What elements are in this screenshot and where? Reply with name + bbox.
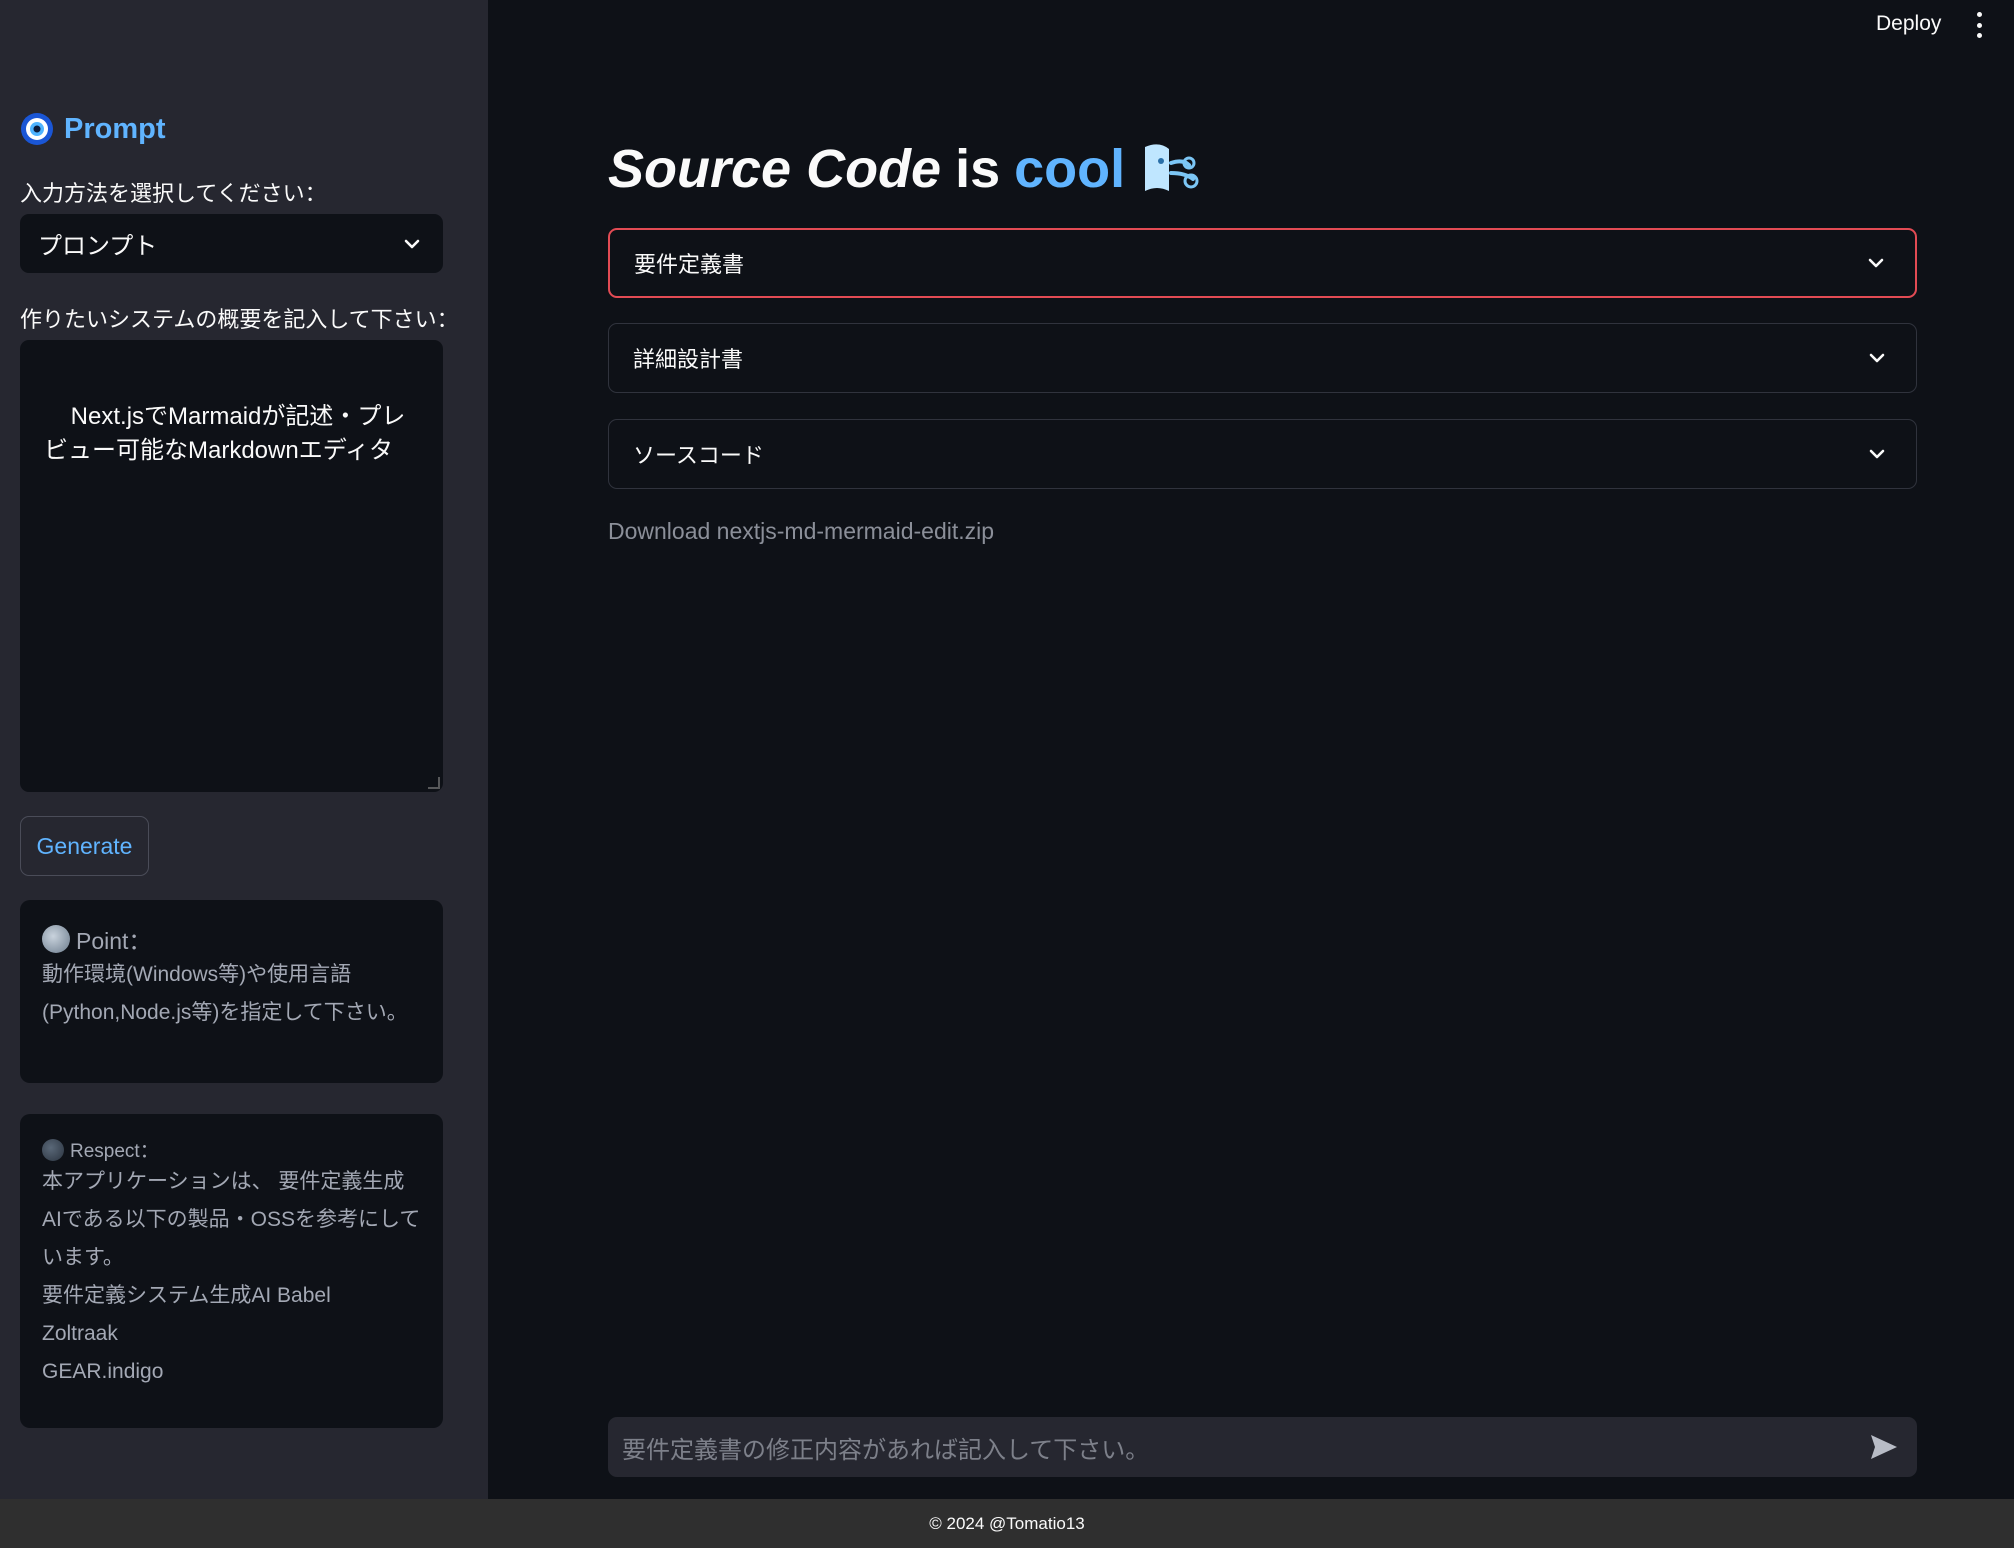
sidebar-title: Prompt	[20, 112, 166, 146]
respect-title: Respect：	[70, 1141, 159, 1162]
footer-text: © 2024 @Tomatio13	[929, 1513, 1085, 1533]
expander-source-code[interactable]: ソースコード	[608, 419, 1917, 489]
expander-detailed-design[interactable]: 詳細設計書	[608, 323, 1917, 393]
respect-item: 要件定義システム生成AI Babel	[42, 1284, 331, 1307]
download-link[interactable]: Download nextjs-md-mermaid-edit.zip	[608, 518, 994, 545]
point-card: Point： 動作環境(Windows等)や使用言語(Python,Node.j…	[20, 900, 443, 1083]
chevron-down-icon	[1866, 347, 1888, 369]
title-part-source-code: Source Code	[608, 139, 942, 199]
new-moon-icon	[42, 1138, 64, 1161]
expander-label: ソースコード	[633, 443, 764, 468]
point-title: Point：	[76, 928, 152, 954]
generate-button[interactable]: Generate	[20, 816, 149, 876]
moon-face-icon	[42, 925, 70, 953]
respect-card: Respect： 本アプリケーションは、 要件定義生成AIである以下の製品・OS…	[20, 1114, 443, 1428]
expander-requirements[interactable]: 要件定義書	[608, 228, 1917, 298]
chat-input[interactable]: 要件定義書の修正内容があれば記入して下さい。	[608, 1417, 1917, 1477]
send-icon[interactable]	[1869, 1433, 1899, 1461]
respect-item: Zoltraak	[42, 1322, 118, 1345]
title-part-cool: cool	[1014, 139, 1126, 199]
sidebar: Prompt 入力方法を選択してください： プロンプト 作りたいシステムの概要を…	[0, 0, 488, 1499]
respect-header: Respect：	[42, 1136, 421, 1163]
point-body: 動作環境(Windows等)や使用言語(Python,Node.js等)を指定し…	[42, 963, 408, 1024]
chevron-down-icon	[401, 233, 423, 255]
expander-label: 要件定義書	[634, 252, 745, 277]
nazar-eye-icon	[20, 112, 54, 146]
chevron-down-icon	[1866, 443, 1888, 465]
input-method-select[interactable]: プロンプト	[20, 214, 443, 273]
input-method-label: 入力方法を選択してください：	[20, 181, 327, 206]
resize-handle[interactable]	[428, 777, 440, 789]
sidebar-title-text: Prompt	[64, 112, 166, 145]
title-part-is: is	[955, 139, 1001, 199]
overview-text: Next.jsでMarmaidが記述・プレビュー可能なMarkdownエディタ	[44, 403, 406, 464]
deploy-button[interactable]: Deploy	[1876, 12, 1941, 36]
chevron-down-icon	[1865, 252, 1887, 274]
respect-item: GEAR.indigo	[42, 1360, 164, 1383]
input-method-selected: プロンプト	[38, 233, 158, 260]
page-title: Source Code is cool	[608, 138, 1203, 200]
footer: © 2024 @Tomatio13	[0, 1499, 2014, 1548]
wind-face-icon	[1139, 139, 1203, 199]
overview-label: 作りたいシステムの概要を記入して下さい：	[20, 307, 459, 332]
point-header: Point：	[42, 922, 421, 956]
respect-body: 本アプリケーションは、 要件定義生成AIである以下の製品・OSSを参考にしていま…	[42, 1170, 421, 1269]
chat-placeholder: 要件定義書の修正内容があれば記入して下さい。	[622, 1436, 1150, 1464]
expander-label: 詳細設計書	[633, 347, 744, 372]
overview-textarea[interactable]: Next.jsでMarmaidが記述・プレビュー可能なMarkdownエディタ	[20, 340, 443, 792]
kebab-menu-icon[interactable]	[1972, 12, 1986, 38]
